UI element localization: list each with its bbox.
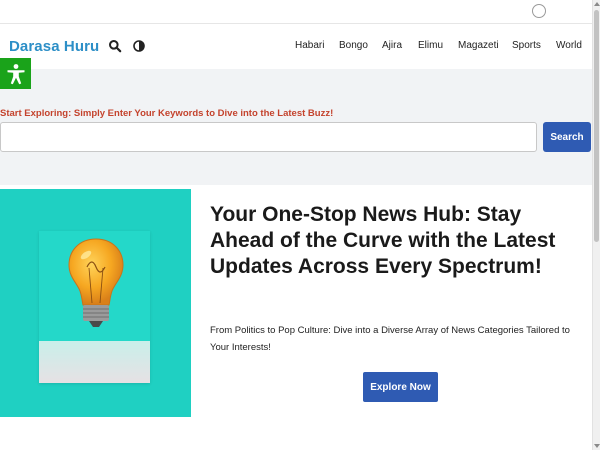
search-input[interactable]: [0, 122, 537, 152]
lightbulb-icon: [68, 238, 124, 327]
hero-title: Your One-Stop News Hub: Stay Ahead of th…: [210, 203, 556, 278]
image-card: [39, 231, 150, 383]
image-card-fog: [39, 341, 150, 383]
scroll-up-arrow-icon[interactable]: [594, 2, 600, 6]
scrollbar-thumb[interactable]: [594, 10, 599, 242]
explore-now-button[interactable]: Explore Now: [363, 372, 438, 402]
accessibility-icon: [7, 63, 24, 84]
circle-toggle-icon[interactable]: [532, 4, 546, 18]
nav-item-world[interactable]: World: [556, 40, 582, 51]
page-scrollbar[interactable]: [592, 0, 600, 450]
hero-section: Your One-Stop News Hub: Stay Ahead of th…: [0, 185, 592, 450]
nav-item-habari[interactable]: Habari: [295, 40, 324, 51]
accessibility-button[interactable]: [0, 58, 31, 89]
top-bar: [0, 0, 592, 24]
nav-item-elimu[interactable]: Elimu: [418, 40, 443, 51]
site-header: Darasa Huru Habari Bongo Ajira Elimu Mag…: [0, 24, 592, 69]
nav-item-ajira[interactable]: Ajira: [382, 40, 402, 51]
scroll-down-arrow-icon[interactable]: [594, 444, 600, 448]
lightbulb-image: [0, 189, 191, 417]
hero-subtitle: From Politics to Pop Culture: Dive into …: [210, 325, 570, 353]
nav-item-magazeti[interactable]: Magazeti: [458, 40, 499, 51]
search-label: Start Exploring: Simply Enter Your Keywo…: [0, 108, 334, 119]
search-button[interactable]: Search: [543, 122, 591, 152]
main-nav: Habari Bongo Ajira Elimu Magazeti Sports…: [0, 40, 592, 54]
nav-item-sports[interactable]: Sports: [512, 40, 541, 51]
nav-item-bongo[interactable]: Bongo: [339, 40, 368, 51]
